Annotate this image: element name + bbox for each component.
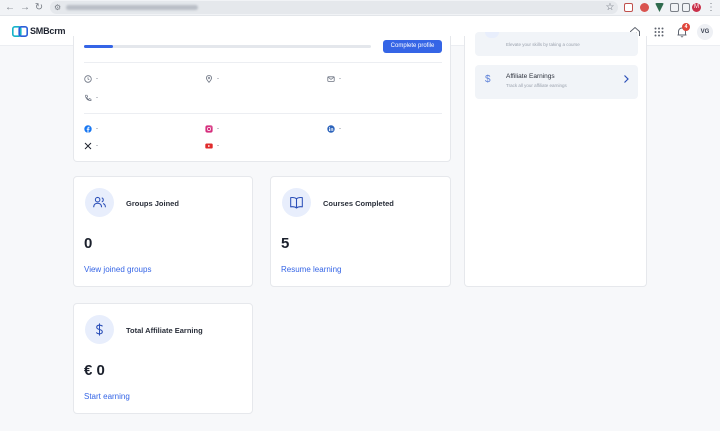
facebook-icon[interactable]	[84, 125, 92, 133]
social-youtube-value: -	[217, 143, 219, 149]
open-book-icon	[290, 197, 303, 209]
notification-badge: 4	[682, 23, 690, 31]
apps-grid-icon[interactable]	[652, 25, 666, 39]
profile-progress-fill	[84, 45, 113, 48]
sidebar-icon[interactable]	[682, 3, 690, 12]
contact-phone: -	[84, 94, 98, 102]
side-item-affiliate-title: Affiliate Earnings	[506, 73, 555, 80]
social-instagram[interactable]: -	[205, 125, 219, 133]
social-x[interactable]: -	[84, 142, 98, 150]
start-earning-link[interactable]: Start earning	[84, 392, 130, 401]
stat-icon-wrapper	[85, 315, 114, 344]
instagram-icon[interactable]	[205, 125, 213, 133]
arrow-right-icon[interactable]: →	[19, 1, 31, 14]
contact-location-value: -	[217, 76, 219, 82]
stat-icon-wrapper	[282, 188, 311, 217]
envelope-icon	[327, 76, 335, 82]
x-twitter-icon[interactable]	[84, 142, 92, 150]
resume-learning-link[interactable]: Resume learning	[281, 265, 341, 274]
reload-icon[interactable]: ↻	[33, 1, 45, 14]
social-instagram-value: -	[217, 126, 219, 132]
user-avatar[interactable]: VG	[697, 24, 713, 40]
contact-time-value: -	[96, 76, 98, 82]
groups-joined-card: Groups Joined 0 View joined groups	[73, 176, 253, 287]
browser-profile-avatar[interactable]: M	[692, 3, 701, 12]
contact-time: -	[84, 75, 98, 83]
address-bar[interactable]: ⚙	[50, 1, 618, 14]
logo-icon[interactable]	[12, 26, 28, 37]
contact-location: -	[205, 75, 219, 83]
chevron-right-icon[interactable]	[622, 74, 630, 84]
side-item-courses[interactable]: Elevate your skills by taking a course	[475, 32, 638, 56]
complete-profile-button[interactable]: Complete profile	[383, 40, 442, 53]
social-linkedin[interactable]: -	[327, 125, 341, 133]
side-item-affiliate-subtitle: Track all your affiliate earnings	[506, 83, 567, 88]
side-item-affiliate-earnings[interactable]: $ Affiliate Earnings Track all your affi…	[475, 65, 638, 99]
dollar-icon	[95, 323, 103, 336]
divider	[84, 113, 442, 114]
clock-icon	[84, 75, 92, 83]
url-text-blurred	[66, 5, 198, 10]
courses-completed-card: Courses Completed 5 Resume learning	[270, 176, 451, 287]
extensions-puzzle-icon[interactable]	[670, 3, 679, 12]
arrow-left-icon[interactable]: ←	[4, 1, 16, 14]
profile-card: Complete profile - - - - - - - - -	[73, 36, 451, 162]
stat-icon-wrapper	[85, 188, 114, 217]
contact-email: -	[327, 75, 341, 83]
site-info-icon[interactable]: ⚙	[54, 1, 61, 14]
extension-vue-icon[interactable]	[655, 3, 664, 12]
social-x-value: -	[96, 143, 98, 149]
profile-progress-bar	[84, 45, 371, 48]
groups-joined-value: 0	[84, 235, 93, 252]
course-icon	[485, 32, 499, 38]
social-facebook-value: -	[96, 126, 98, 132]
side-panel: Elevate your skills by taking a course $…	[464, 32, 647, 287]
affiliate-earning-card: Total Affiliate Earning € 0 Start earnin…	[73, 303, 253, 414]
social-youtube[interactable]: -	[205, 142, 219, 150]
logo-text[interactable]: SMBcrm	[30, 26, 66, 36]
users-icon	[93, 196, 106, 208]
affiliate-earning-value: € 0	[84, 362, 105, 379]
youtube-icon[interactable]	[205, 142, 213, 150]
courses-completed-value: 5	[281, 235, 290, 252]
phone-icon	[85, 94, 92, 101]
extension-red-icon[interactable]	[640, 3, 649, 12]
extension-mail-icon[interactable]	[624, 3, 633, 12]
groups-joined-title: Groups Joined	[126, 199, 179, 208]
social-linkedin-value: -	[339, 126, 341, 132]
browser-toolbar: ← → ↻ ⚙ ☆ M ⋮	[0, 0, 720, 16]
courses-completed-title: Courses Completed	[323, 199, 394, 208]
social-facebook[interactable]: -	[84, 125, 98, 133]
view-joined-groups-link[interactable]: View joined groups	[84, 265, 151, 274]
contact-email-value: -	[339, 76, 341, 82]
linkedin-icon[interactable]	[327, 125, 335, 133]
side-item-courses-subtitle: Elevate your skills by taking a course	[506, 42, 580, 47]
bookmark-star-icon[interactable]: ☆	[604, 1, 616, 14]
browser-menu-icon[interactable]: ⋮	[705, 1, 717, 14]
contact-phone-value: -	[96, 95, 98, 101]
affiliate-earning-title: Total Affiliate Earning	[126, 326, 203, 335]
divider	[84, 62, 442, 63]
dollar-icon: $	[485, 74, 491, 85]
location-pin-icon	[205, 75, 213, 83]
